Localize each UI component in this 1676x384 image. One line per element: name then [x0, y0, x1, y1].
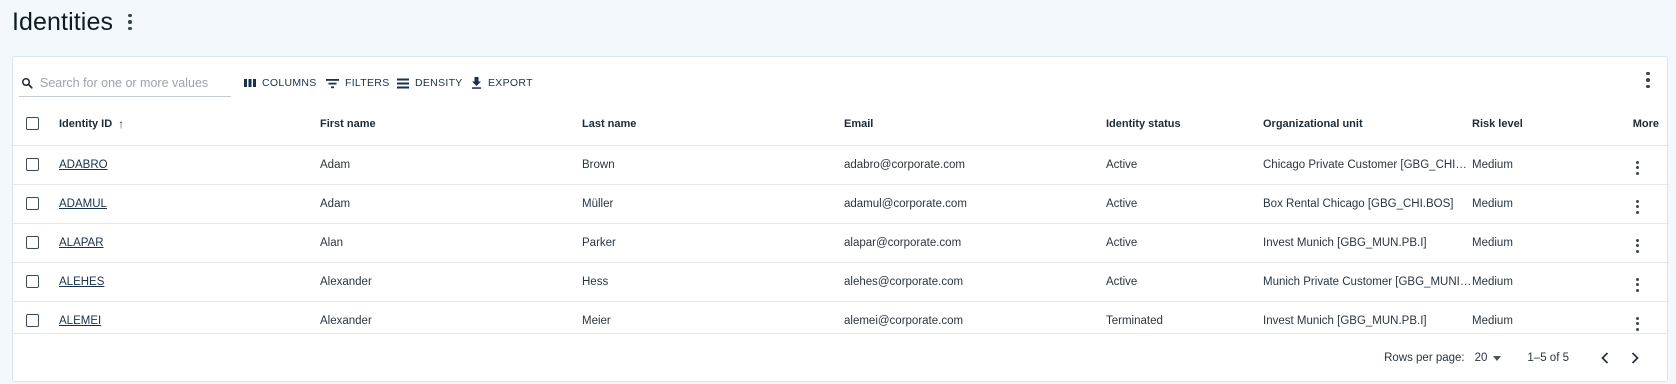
first-name-cell: Adam: [320, 183, 582, 223]
identity-id-link[interactable]: ADAMUL: [59, 198, 107, 210]
email-cell: adamul@corporate.com: [844, 183, 1106, 223]
density-button[interactable]: DENSITY: [397, 73, 463, 93]
row-checkbox[interactable]: [26, 158, 39, 171]
page-title: Identities: [12, 7, 114, 36]
columns-icon: [244, 79, 256, 87]
last-name-cell: Hess: [582, 261, 844, 301]
identities-table: Identity ID ↑ First name Last name Email …: [13, 103, 1669, 340]
next-page-button[interactable]: [1623, 348, 1647, 368]
status-cell: Active: [1106, 183, 1263, 223]
row-more-icon[interactable]: [1636, 238, 1639, 253]
identity-id-link[interactable]: ALAPAR: [59, 237, 104, 249]
email-cell: adabro@corporate.com: [844, 144, 1106, 184]
row-more-icon[interactable]: [1636, 199, 1639, 214]
density-label: DENSITY: [415, 77, 463, 89]
header-org-unit[interactable]: Organizational unit: [1263, 103, 1472, 145]
table-row[interactable]: ALEHES Alexander Hess alehes@corporate.c…: [13, 261, 1669, 301]
identity-id-link[interactable]: ADABRO: [59, 159, 108, 171]
last-name-cell: Müller: [582, 183, 844, 223]
identities-table-card: COLUMNS FILTERS DENSITY EXPORT Identity …: [12, 56, 1669, 382]
filters-label: FILTERS: [345, 77, 390, 89]
first-name-cell: Adam: [320, 144, 582, 184]
status-cell: Active: [1106, 222, 1263, 262]
table-toolbar: COLUMNS FILTERS DENSITY EXPORT: [13, 57, 1667, 103]
header-more: More: [1632, 117, 1659, 130]
rows-per-page-value: 20: [1474, 352, 1488, 364]
header-email[interactable]: Email: [844, 103, 1106, 145]
chevron-left-icon: [1601, 352, 1609, 364]
table-row[interactable]: ADAMUL Adam Müller adamul@corporate.com …: [13, 183, 1669, 223]
filters-button[interactable]: FILTERS: [326, 73, 390, 93]
row-more-icon[interactable]: [1636, 160, 1639, 175]
header-last-name[interactable]: Last name: [582, 103, 844, 145]
last-name-cell: Parker: [582, 222, 844, 262]
search-field[interactable]: [19, 69, 231, 97]
risk-level-cell: Medium: [1472, 144, 1608, 184]
org-unit-cell: Box Rental Chicago [GBG_CHI.BOS]: [1263, 183, 1472, 223]
header-identity-id[interactable]: Identity ID ↑: [59, 103, 320, 145]
org-unit-cell: Invest Munich [GBG_MUN.PB.I]: [1263, 222, 1472, 262]
arrow-up-icon[interactable]: ↑: [118, 117, 124, 131]
search-icon: [22, 77, 33, 89]
first-name-cell: Alexander: [320, 261, 582, 301]
status-cell: Active: [1106, 144, 1263, 184]
status-cell: Active: [1106, 261, 1263, 301]
export-button[interactable]: EXPORT: [471, 73, 533, 93]
header-identity-status[interactable]: Identity status: [1106, 103, 1263, 145]
header-risk-level[interactable]: Risk level: [1472, 103, 1608, 145]
table-row[interactable]: ADABRO Adam Brown adabro@corporate.com A…: [13, 144, 1669, 184]
first-name-cell: Alan: [320, 222, 582, 262]
columns-label: COLUMNS: [262, 77, 317, 89]
chevron-right-icon: [1631, 352, 1639, 364]
org-unit-cell: Munich Private Customer [GBG_MUNI....: [1263, 261, 1472, 301]
previous-page-button[interactable]: [1593, 348, 1617, 368]
row-checkbox[interactable]: [26, 236, 39, 249]
org-unit-cell: Chicago Private Customer [GBG_CHIG....: [1263, 144, 1472, 184]
risk-level-cell: Medium: [1472, 183, 1608, 223]
page-header: Identities: [12, 4, 137, 40]
row-more-icon[interactable]: [1636, 277, 1639, 292]
export-label: EXPORT: [488, 77, 533, 89]
row-checkbox[interactable]: [26, 275, 39, 288]
density-icon: [397, 78, 409, 88]
risk-level-cell: Medium: [1472, 222, 1608, 262]
last-name-cell: Brown: [582, 144, 844, 184]
table-pagination: Rows per page: 20 1–5 of 5: [13, 333, 1667, 381]
search-input[interactable]: [40, 75, 220, 90]
caret-down-icon: [1493, 355, 1502, 361]
download-icon: [472, 77, 481, 89]
email-cell: alehes@corporate.com: [844, 261, 1106, 301]
columns-button[interactable]: COLUMNS: [244, 73, 317, 93]
header-first-name[interactable]: First name: [320, 103, 582, 145]
table-header-row: Identity ID ↑ First name Last name Email …: [13, 103, 1669, 145]
identity-id-link[interactable]: ALEHES: [59, 276, 104, 288]
page-more-icon[interactable]: [123, 11, 137, 33]
row-checkbox[interactable]: [26, 197, 39, 210]
rows-per-page-select[interactable]: 20: [1475, 352, 1502, 364]
table-more-icon[interactable]: [1641, 69, 1655, 91]
row-checkbox[interactable]: [26, 314, 39, 328]
filter-icon: [326, 78, 339, 88]
identity-id-link[interactable]: ALEMEI: [59, 315, 101, 327]
risk-level-cell: Medium: [1472, 261, 1608, 301]
page-range: 1–5 of 5: [1527, 352, 1569, 364]
email-cell: alapar@corporate.com: [844, 222, 1106, 262]
table-row[interactable]: ALAPAR Alan Parker alapar@corporate.com …: [13, 222, 1669, 262]
rows-per-page-label: Rows per page:: [1384, 352, 1465, 364]
row-more-icon[interactable]: [1636, 316, 1639, 331]
select-all-checkbox[interactable]: [26, 117, 39, 131]
